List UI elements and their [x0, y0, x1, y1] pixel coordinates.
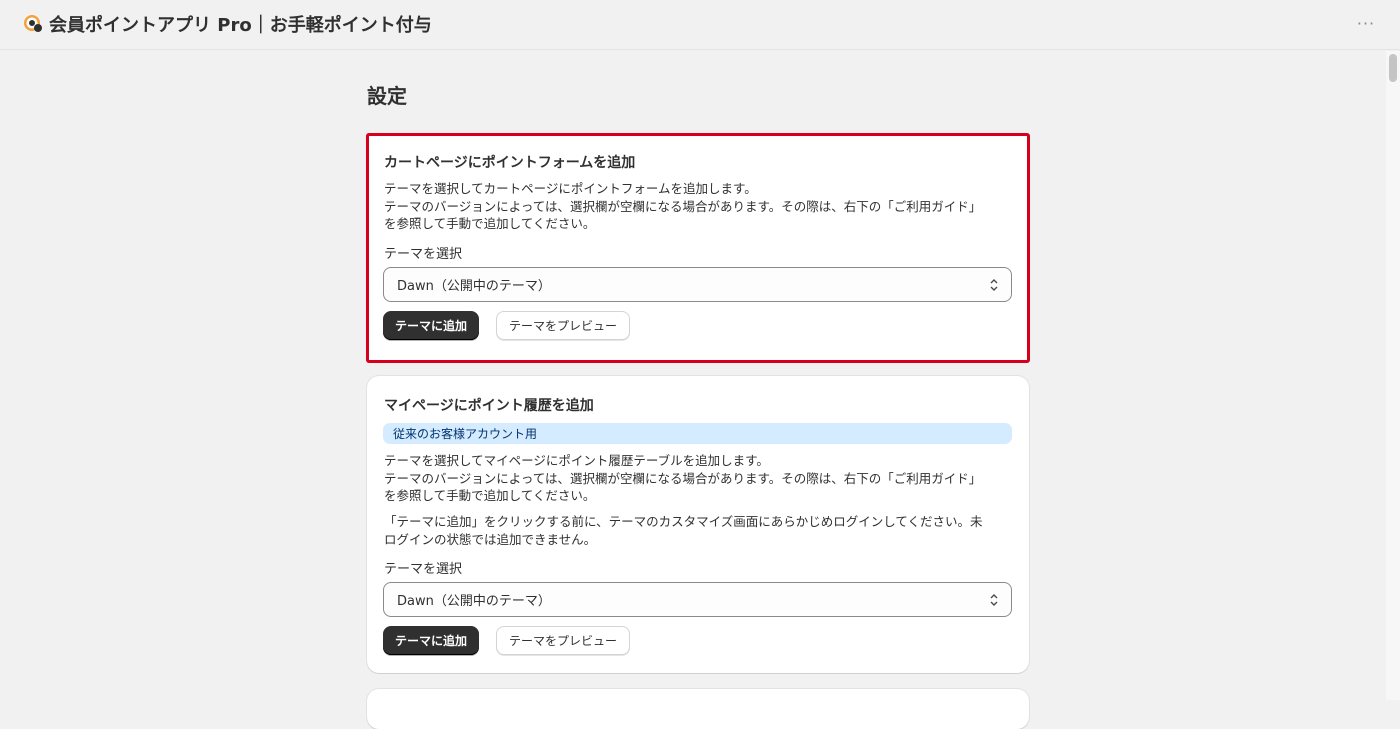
description-line: テーマのバージョンによっては、選択欄が空欄になる場合があります。その際は、右下の… [384, 198, 982, 214]
select-arrows-icon [990, 279, 998, 291]
scrollbar-thumb[interactable] [1389, 54, 1397, 82]
preview-theme-button[interactable]: テーマをプレビュー [496, 626, 631, 655]
select-arrows-icon [990, 594, 998, 606]
description-line: テーマを選択してカートページにポイントフォームを追加します。 [384, 181, 757, 196]
next-settings-card [367, 689, 1029, 729]
card-description: テーマを選択してカートページにポイントフォームを追加します。 テーマのバージョン… [384, 180, 1014, 233]
theme-select[interactable]: Dawn（公開中のテーマ） [383, 582, 1012, 617]
app-title: 会員ポイントアプリ Pro｜お手軽ポイント付与 [49, 15, 432, 36]
description-line: テーマのバージョンによっては、選択欄が空欄になる場合があります。その際は、右下の… [384, 470, 982, 486]
note-line: 「テーマに追加」をクリックする前に、テーマのカスタマイズ画面にあらかじめログイン… [384, 514, 983, 529]
page-title: 設定 [367, 84, 407, 108]
description-line: を参照して手動で追加してください。 [384, 488, 596, 503]
cart-page-point-form-card: カートページにポイントフォームを追加 テーマを選択してカートページにポイントフォ… [366, 133, 1030, 363]
card-title: マイページにポイント履歴を追加 [384, 398, 594, 414]
preview-theme-button[interactable]: テーマをプレビュー [496, 311, 631, 340]
app-logo-icon [24, 15, 42, 32]
app-header: 会員ポイントアプリ Pro｜お手軽ポイント付与 ··· [0, 0, 1400, 50]
description-line: を参照して手動で追加してください。 [384, 216, 596, 231]
scrollbar[interactable] [1386, 51, 1400, 700]
card-description: テーマを選択してマイページにポイント履歴テーブルを追加します。 テーマのバージョ… [384, 452, 1014, 505]
description-line: テーマを選択してマイページにポイント履歴テーブルを追加します。 [384, 453, 769, 468]
more-horizontal-icon: ··· [1356, 13, 1376, 33]
add-to-theme-button[interactable]: テーマに追加 [383, 626, 480, 655]
legacy-account-badge: 従来のお客様アカウント用 [383, 423, 1012, 444]
more-actions-button[interactable]: ··· [1354, 11, 1378, 35]
card-title: カートページにポイントフォームを追加 [384, 155, 636, 171]
add-to-theme-button[interactable]: テーマに追加 [383, 311, 480, 340]
theme-select-label: テーマを選択 [384, 247, 463, 262]
theme-select-value: Dawn（公開中のテーマ） [397, 279, 551, 294]
theme-select[interactable]: Dawn（公開中のテーマ） [383, 267, 1012, 302]
note-line: ログインの状態では追加できません。 [384, 531, 597, 547]
theme-select-value: Dawn（公開中のテーマ） [397, 594, 551, 609]
my-page-point-history-card: マイページにポイント履歴を追加 従来のお客様アカウント用 テーマを選択してマイペ… [367, 376, 1029, 673]
login-note: 「テーマに追加」をクリックする前に、テーマのカスタマイズ画面にあらかじめログイン… [384, 513, 1014, 548]
theme-select-label: テーマを選択 [384, 562, 463, 577]
